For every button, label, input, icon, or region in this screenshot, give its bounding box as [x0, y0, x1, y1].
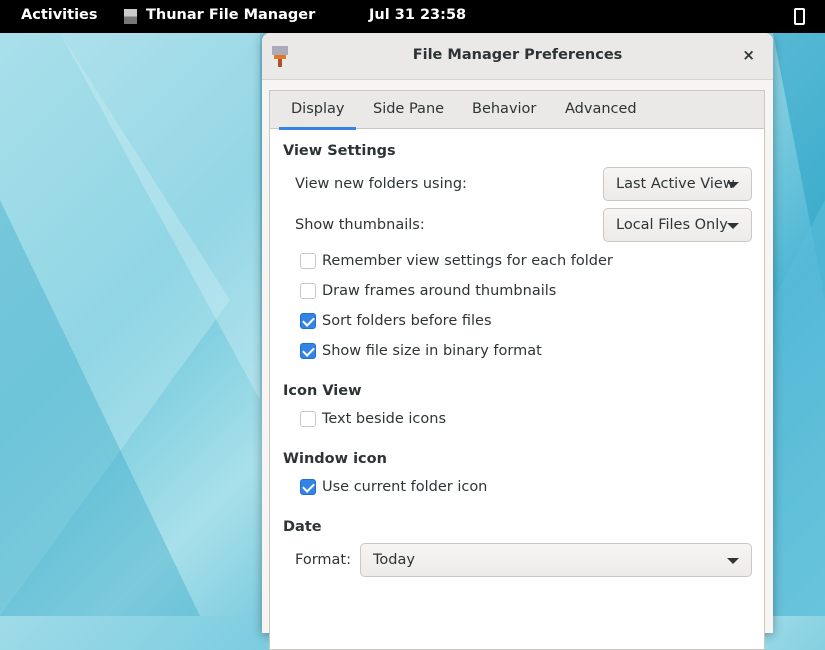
checkbox-label: Use current folder icon: [322, 479, 487, 495]
date-format-value: Today: [373, 552, 415, 568]
thumbnails-dropdown[interactable]: Local Files Only: [603, 208, 752, 242]
checkbox-icon: [300, 283, 316, 299]
date-format-dropdown[interactable]: Today: [360, 543, 752, 577]
chevron-down-icon: [727, 558, 739, 564]
tab-advanced[interactable]: Advanced: [565, 101, 637, 117]
window-icon-heading: Window icon: [283, 451, 387, 467]
tab-bar: Display Side Pane Behavior Advanced: [270, 91, 764, 129]
binary-size-checkbox[interactable]: Show file size in binary format: [300, 343, 542, 359]
text-beside-icons-checkbox[interactable]: Text beside icons: [300, 411, 446, 427]
view-mode-dropdown[interactable]: Last Active View: [603, 167, 752, 201]
view-new-folders-label: View new folders using:: [295, 176, 467, 192]
checkbox-label: Sort folders before files: [322, 313, 492, 329]
checkmark-icon: [300, 479, 316, 495]
top-bar: Activities Thunar File Manager Jul 31 23…: [0, 0, 825, 33]
app-menu[interactable]: Thunar File Manager: [146, 7, 315, 23]
date-heading: Date: [283, 519, 322, 535]
tab-behavior[interactable]: Behavior: [472, 101, 536, 117]
checkbox-icon: [300, 253, 316, 269]
checkbox-label: Draw frames around thumbnails: [322, 283, 556, 299]
checkbox-label: Show file size in binary format: [322, 343, 542, 359]
current-folder-icon-checkbox[interactable]: Use current folder icon: [300, 479, 487, 495]
chevron-down-icon: [727, 223, 739, 229]
thunar-app-icon: [124, 9, 137, 24]
clock[interactable]: Jul 31 23:58: [369, 7, 466, 23]
sort-folders-checkbox[interactable]: Sort folders before files: [300, 313, 492, 329]
dialog-header: File Manager Preferences ×: [262, 33, 773, 80]
tab-side-pane[interactable]: Side Pane: [373, 101, 444, 117]
remember-view-checkbox[interactable]: Remember view settings for each folder: [300, 253, 613, 269]
icon-view-heading: Icon View: [283, 383, 362, 399]
show-thumbnails-label: Show thumbnails:: [295, 217, 425, 233]
battery-icon[interactable]: [794, 8, 805, 25]
dialog-title: File Manager Preferences: [262, 47, 773, 63]
thumbnails-value: Local Files Only: [616, 217, 728, 233]
checkbox-label: Remember view settings for each folder: [322, 253, 613, 269]
preferences-dialog: File Manager Preferences × Display Side …: [262, 33, 773, 633]
notebook: Display Side Pane Behavior Advanced View…: [269, 90, 765, 650]
close-icon[interactable]: ×: [742, 46, 755, 64]
view-settings-heading: View Settings: [283, 143, 396, 159]
tab-display[interactable]: Display: [291, 101, 344, 117]
chevron-down-icon: [727, 182, 739, 188]
format-label: Format:: [295, 552, 351, 568]
draw-frames-checkbox[interactable]: Draw frames around thumbnails: [300, 283, 556, 299]
checkbox-icon: [300, 411, 316, 427]
checkmark-icon: [300, 343, 316, 359]
checkmark-icon: [300, 313, 316, 329]
activities-button[interactable]: Activities: [21, 7, 98, 23]
checkbox-label: Text beside icons: [322, 411, 446, 427]
view-mode-value: Last Active View: [616, 176, 735, 192]
